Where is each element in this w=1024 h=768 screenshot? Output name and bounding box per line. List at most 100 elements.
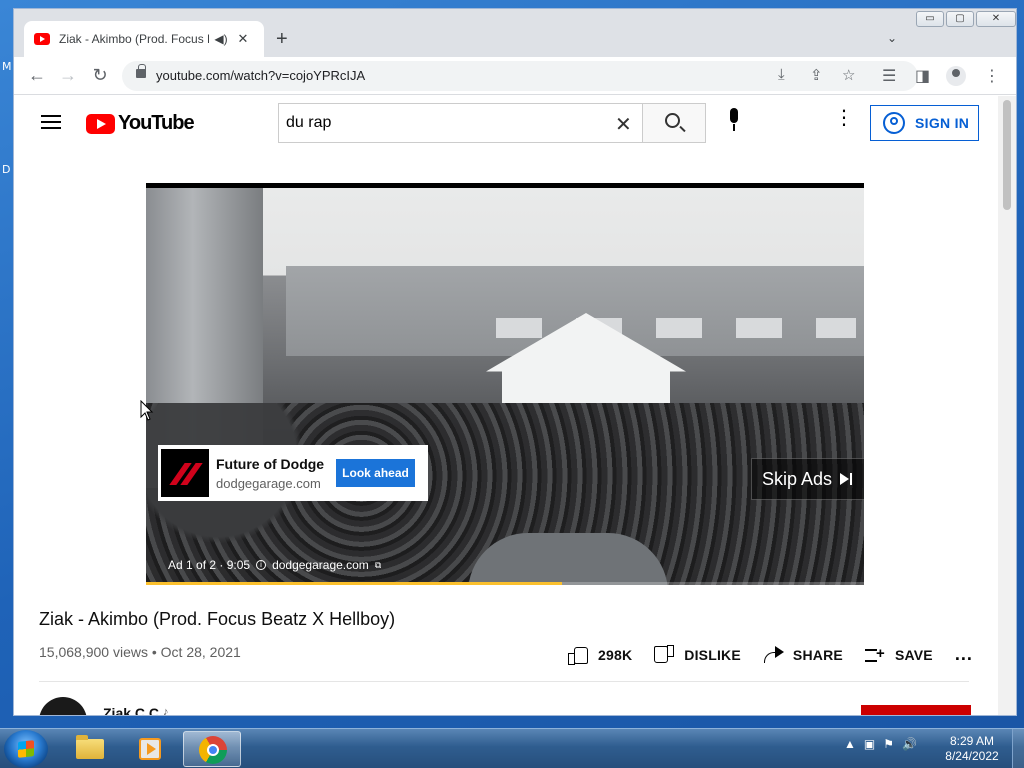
show-desktop-button[interactable] [1012,729,1024,768]
profile-icon[interactable] [946,66,966,86]
divider [39,681,969,682]
back-button[interactable]: ← [26,65,48,85]
menu-icon[interactable]: ⋮ [984,66,1000,86]
forward-button[interactable]: → [57,65,79,85]
video-player[interactable]: Future of Dodge dodgegarage.com Look ahe… [146,183,864,585]
hamburger-menu-icon[interactable] [41,115,61,129]
youtube-header: YouTube du rap ✕ ⋮ SIGN IN [14,96,998,152]
scrollbar-thumb[interactable] [1003,100,1011,210]
save-label: SAVE [894,646,933,663]
thumbs-down-icon [654,646,674,664]
ad-advertiser-link[interactable]: dodgegarage.com [272,558,369,572]
desktop-icon-label[interactable]: D [2,163,10,176]
share-arrow-icon [763,645,784,664]
windows-taskbar: ▲ ▣ ⚑ 🔊 8:29 AM 8/24/2022 [0,728,1024,768]
subscribe-button[interactable]: SUBSCRIBE [861,705,971,715]
reading-list-icon[interactable]: ☰ [882,66,896,86]
folder-icon [76,735,104,759]
lock-icon[interactable] [136,64,146,78]
clock-date: 8/24/2022 [945,749,999,763]
url-text[interactable]: youtube.com/watch?v=cojoYPRcIJA [156,68,365,83]
bookmark-star-icon[interactable]: ☆ [842,66,855,84]
browser-toolbar: ← → ↻ youtube.com/watch?v=cojoYPRcIJA ⤓ … [14,57,1016,95]
media-player-icon [139,738,161,760]
dislike-button[interactable]: DISLIKE [654,646,741,664]
like-button[interactable]: 298K [568,646,633,665]
external-link-icon[interactable]: ⧉ [375,560,381,571]
chrome-icon [199,736,227,764]
show-hidden-icons-icon[interactable]: ▲ [844,737,856,751]
speaker-icon[interactable]: ◀) [213,32,229,46]
youtube-favicon-icon [34,33,50,45]
video-frame-car [468,533,668,585]
search-button[interactable] [642,103,706,143]
taskbar-explorer-button[interactable] [60,731,118,767]
page-scrollbar[interactable] [998,96,1016,715]
settings-more-icon[interactable]: ⋮ [834,108,854,128]
ad-info-bar: Ad 1 of 2 · 9:05 i dodgegarage.com ⧉ [168,558,381,572]
minimize-button[interactable]: ▭ [916,11,944,27]
dodge-logo-icon[interactable] [161,449,209,497]
channel-avatar[interactable] [39,697,87,715]
ad-overlay-card[interactable]: Future of Dodge dodgegarage.com Look ahe… [158,445,428,501]
tab-search-icon[interactable]: ⌄ [887,31,897,45]
chrome-window: Ziak - Akimbo (Prod. Focus Beatz X Hellb… [13,8,1017,716]
ad-info-icon[interactable]: i [256,560,267,570]
maximize-button[interactable]: ▢ [946,11,974,27]
ad-title[interactable]: Future of Dodge [216,456,336,472]
desktop-icon-label[interactable]: M [2,60,12,73]
install-icon[interactable]: ⤓ [778,66,785,83]
share-button[interactable]: SHARE [763,645,843,664]
sign-in-button[interactable]: SIGN IN [870,105,979,141]
look-ahead-button[interactable]: Look ahead [336,459,415,487]
close-window-button[interactable]: ✕ [976,11,1016,27]
voice-search-mic-icon[interactable] [726,108,742,136]
volume-icon[interactable]: 🔊 [902,737,917,751]
action-center-flag-icon[interactable]: ⚑ [883,737,894,751]
reload-button[interactable]: ↻ [89,65,111,85]
youtube-wordmark: YouTube [118,112,195,134]
ad-progress-fill [146,582,563,585]
view-count-date: 15,068,900 views • Oct 28, 2021 [39,644,241,660]
taskbar-chrome-button[interactable] [183,731,241,767]
share-icon[interactable]: ⇪ [810,66,823,84]
youtube-logo[interactable]: YouTube [86,112,195,135]
skip-ads-button[interactable]: Skip Ads [751,458,864,500]
new-tab-button[interactable]: + [276,29,288,49]
save-button[interactable]: SAVE [864,645,933,664]
youtube-play-logo-icon [86,113,115,134]
more-actions-button[interactable]: ... [955,644,973,665]
browser-tab-youtube[interactable]: Ziak - Akimbo (Prod. Focus Beatz X Hellb… [24,21,264,57]
channel-name[interactable]: Ziak C.C [103,705,159,715]
dislike-label: DISLIKE [684,646,741,663]
video-frame[interactable] [146,188,864,585]
side-panel-icon[interactable]: ◨ [915,66,930,86]
ad-domain[interactable]: dodgegarage.com [216,476,336,491]
taskbar-clock[interactable]: 8:29 AM 8/24/2022 [940,734,1004,764]
skip-ads-label: Skip Ads [762,468,833,489]
address-bar[interactable]: youtube.com/watch?v=cojoYPRcIJA ⤓ ⇪ ☆ [122,61,918,91]
playlist-add-icon [864,645,885,664]
tab-title: Ziak - Akimbo (Prod. Focus Beatz X Hellb… [59,32,209,46]
skip-next-icon [840,472,854,486]
clock-time: 8:29 AM [949,734,995,748]
search-input[interactable]: du rap ✕ [278,103,643,143]
taskbar-media-player-button[interactable] [121,731,179,767]
ad-progress-bar[interactable] [146,582,864,585]
tab-close-icon[interactable]: ✕ [235,31,251,47]
music-note-icon: ♪ [163,706,169,716]
video-title: Ziak - Akimbo (Prod. Focus Beatz X Hellb… [39,609,396,629]
sign-in-label: SIGN IN [915,115,970,131]
ad-count-duration: Ad 1 of 2 · 9:05 [168,558,251,572]
share-label: SHARE [792,646,843,663]
account-icon [883,112,905,134]
window-controls: ▭ ▢ ✕ [916,11,1016,27]
network-icon[interactable]: ▣ [864,737,875,751]
tab-strip: Ziak - Akimbo (Prod. Focus Beatz X Hellb… [14,9,1016,57]
ad-text: Future of Dodge dodgegarage.com [216,456,336,491]
clear-search-icon[interactable]: ✕ [615,112,632,137]
search-query[interactable]: du rap [286,114,331,132]
like-count: 298K [598,646,633,663]
thumbs-up-icon [568,646,588,665]
start-button[interactable] [4,730,48,768]
